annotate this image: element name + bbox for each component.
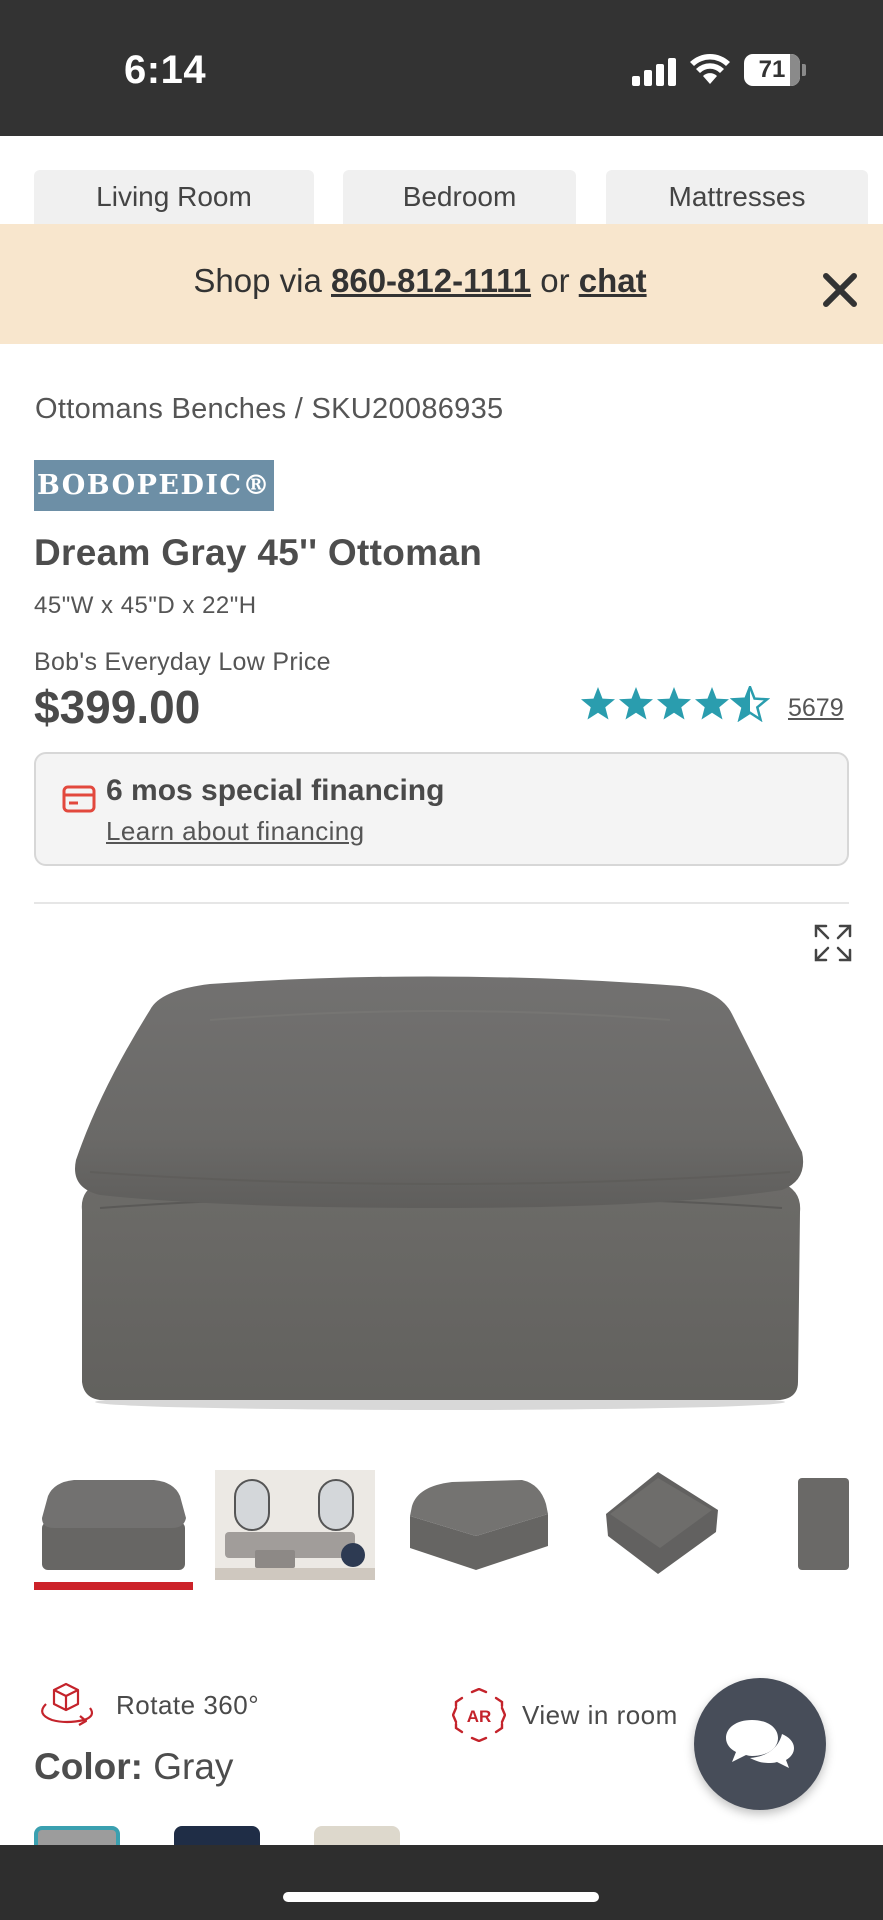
breadcrumb: Ottomans Benches / SKU20086935 [35,393,503,426]
brand-logo: BOBOPEDIC® [34,460,274,511]
promo-middle: or [531,262,579,299]
close-icon[interactable] [818,268,862,312]
color-selection: Color: Gray [34,1746,233,1788]
ar-icon: AR [452,1688,506,1742]
tab-mattresses[interactable]: Mattresses [606,170,868,224]
rating-star-2 [619,687,653,720]
status-time: 6:14 [124,48,207,92]
financing-title: 6 mos special financing [106,774,445,807]
color-label: Color: [34,1746,143,1787]
battery-nub [802,64,806,76]
status-bar: 6:14 71 [0,0,883,136]
product-title: Dream Gray 45'' Ottoman [34,532,483,573]
wifi-icon [690,54,730,84]
view-in-room-label: View in room [522,1700,678,1730]
thumbnail-4[interactable] [602,1470,722,1580]
divider [34,902,849,904]
thumbnail-5[interactable] [798,1470,849,1580]
credit-card-icon [62,785,96,813]
price-label: Bob's Everyday Low Price [34,648,331,676]
review-count-link[interactable]: 5679 [788,694,844,723]
chat-bubbles-icon [726,1720,794,1768]
rating-star-1 [581,687,615,720]
product-dimensions: 45"W x 45"D x 22"H [34,592,257,619]
thumbnail-strip [0,1470,883,1590]
thumbnail-1[interactable] [34,1470,193,1580]
promo-banner: Shop via 860-812-1111 or chat [0,224,883,344]
home-bar-area [0,1845,883,1920]
thumbnail-3[interactable] [402,1470,552,1580]
rotate-360-icon [41,1682,94,1726]
thumbnail-2[interactable] [215,1470,375,1580]
home-indicator[interactable] [283,1892,599,1902]
breadcrumb-sku: SKU20086935 [311,393,504,425]
breadcrumb-separator: / [294,393,304,425]
rating-star-3 [657,687,691,720]
financing-box: 6 mos special financing Learn about fina… [34,752,849,866]
rotate-360-label: Rotate 360° [116,1690,260,1720]
tab-bedroom[interactable]: Bedroom [343,170,576,224]
cellular-signal-icon [632,58,676,86]
color-value: Gray [153,1746,234,1787]
ar-badge-text: AR [467,1707,492,1726]
chat-button[interactable] [694,1678,826,1810]
promo-chat-link[interactable]: chat [579,262,647,299]
rating-stars[interactable] [580,686,770,722]
rating-star-5 [731,686,769,721]
product-price: $399.00 [34,681,201,733]
thumbnail-selected-indicator [34,1582,193,1590]
promo-text: Shop via 860-812-1111 or chat [0,262,840,300]
rating-star-4 [695,687,729,720]
product-main-image[interactable] [60,950,820,1420]
battery-level: 71 [758,56,786,83]
category-tabs: Living Room Bedroom Mattresses [0,136,883,224]
tab-living-room[interactable]: Living Room [34,170,314,224]
battery-indicator: 71 [744,54,800,86]
promo-phone-link[interactable]: 860-812-1111 [331,262,531,299]
financing-link[interactable]: Learn about financing [106,816,365,847]
breadcrumb-category[interactable]: Ottomans Benches [35,393,286,425]
promo-prefix: Shop via [193,262,331,299]
